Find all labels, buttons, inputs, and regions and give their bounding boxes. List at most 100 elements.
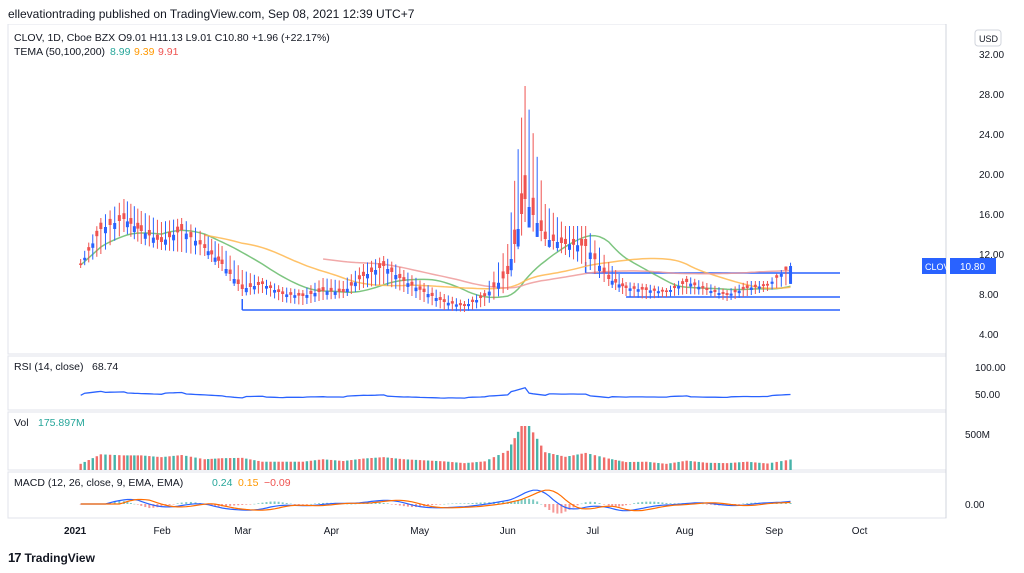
candle-body <box>656 291 660 294</box>
volume-bar <box>447 461 450 470</box>
candle-body <box>685 278 689 282</box>
volume-bar <box>261 461 264 470</box>
macd-histogram-bar <box>524 498 527 504</box>
volume-bar <box>492 457 496 470</box>
candle-body <box>513 229 517 244</box>
candle-body <box>260 281 264 284</box>
volume-bar <box>108 454 112 470</box>
macd-histogram-bar <box>394 504 397 505</box>
volume-bar <box>79 463 82 470</box>
volume-bar <box>180 455 183 470</box>
candle-body <box>784 266 788 270</box>
candle-body <box>438 297 442 300</box>
tradingview-logo-text: TradingView <box>24 550 95 565</box>
macd-histogram-bar <box>621 504 624 507</box>
candle-body <box>479 295 483 298</box>
volume-bar <box>513 438 516 470</box>
volume-bar <box>520 426 523 470</box>
volume-bar <box>140 455 143 470</box>
volume-bar <box>733 462 737 470</box>
candle-body <box>176 226 180 233</box>
candle-body <box>693 282 697 286</box>
volume-bar <box>374 457 377 470</box>
candle-body <box>378 263 382 268</box>
macd-histogram-bar <box>129 502 132 504</box>
macd-histogram-bar <box>589 501 592 504</box>
macd-histogram-bar <box>653 501 656 504</box>
candle-body <box>99 222 103 229</box>
macd-histogram-bar <box>629 504 632 505</box>
rsi-pane[interactable] <box>7 355 947 411</box>
volume-bar <box>273 461 276 470</box>
macd-histogram-bar <box>233 504 236 506</box>
candle-body <box>293 295 297 298</box>
volume-bar <box>213 458 217 470</box>
volume-bar <box>516 431 520 470</box>
candle-body <box>454 304 458 307</box>
candle-body <box>434 298 438 302</box>
macd-histogram-bar <box>293 504 296 505</box>
macd-histogram-bar <box>382 502 385 504</box>
volume-bar <box>479 461 482 470</box>
candle-body <box>761 284 765 287</box>
tradingview-logo[interactable]: 17 TradingView <box>8 550 95 565</box>
volume-bar <box>257 460 260 470</box>
symbol-info: CLOV, 1D, Cboe BZX O9.01 H11.13 L9.01 C1… <box>14 32 330 44</box>
candle-body <box>729 293 733 296</box>
candle-body <box>610 280 614 285</box>
candle-body <box>333 291 337 295</box>
volume-bar <box>665 463 668 470</box>
trading-chart[interactable]: 32.0028.0024.0020.0016.0012.008.004.00US… <box>0 24 1024 546</box>
volume-bar <box>717 462 721 470</box>
volume-bar <box>305 461 309 470</box>
volume-bar <box>572 455 575 470</box>
macd-histogram-bar <box>313 503 316 505</box>
candle-body <box>644 287 648 290</box>
price-axis-label: 8.00 <box>979 290 999 301</box>
candle-body <box>652 288 656 291</box>
volume-bar <box>523 426 527 470</box>
macd-histogram-bar <box>402 504 405 507</box>
candle-body <box>168 231 172 238</box>
volume-bar <box>697 461 700 470</box>
candle-body <box>244 288 248 293</box>
candle-body <box>224 269 228 274</box>
volume-bar <box>232 457 236 470</box>
macd-histogram-bar <box>649 501 652 504</box>
time-axis-label: Oct <box>852 526 868 537</box>
candle-body <box>143 233 147 239</box>
volume-bar <box>624 462 628 470</box>
candle-body <box>689 283 693 287</box>
candle-body <box>273 290 277 293</box>
volume-bar <box>580 453 583 470</box>
macd-histogram-bar <box>593 501 596 504</box>
candle-body <box>325 291 329 295</box>
volume-bar <box>506 450 509 470</box>
candle-body <box>523 175 527 199</box>
candle-body <box>329 287 333 292</box>
volume-bar <box>564 456 567 470</box>
price-axis-label: 24.00 <box>979 130 1004 141</box>
volume-bar <box>220 458 224 470</box>
volume-bar <box>750 462 753 470</box>
macd-histogram-bar <box>439 504 442 505</box>
candle-body <box>317 288 321 292</box>
volume-bar <box>531 432 535 470</box>
volume-bar <box>289 461 292 470</box>
candle-body <box>129 218 133 224</box>
macd-histogram-bar <box>641 501 644 504</box>
volume-bar <box>540 445 543 470</box>
candle-body <box>256 281 260 285</box>
candle-body <box>345 288 349 293</box>
volume-bar <box>556 454 559 470</box>
candle-body <box>163 239 167 245</box>
candle-body <box>588 252 592 260</box>
volume-bar <box>95 456 99 470</box>
volume-bar <box>210 458 213 470</box>
macd-histogram-bar <box>784 503 787 504</box>
tema-value: 9.39 <box>134 46 155 58</box>
candle-body <box>628 288 632 291</box>
candle-body <box>475 300 479 303</box>
candle-body <box>220 259 224 264</box>
macd-histogram-bar <box>133 503 136 505</box>
